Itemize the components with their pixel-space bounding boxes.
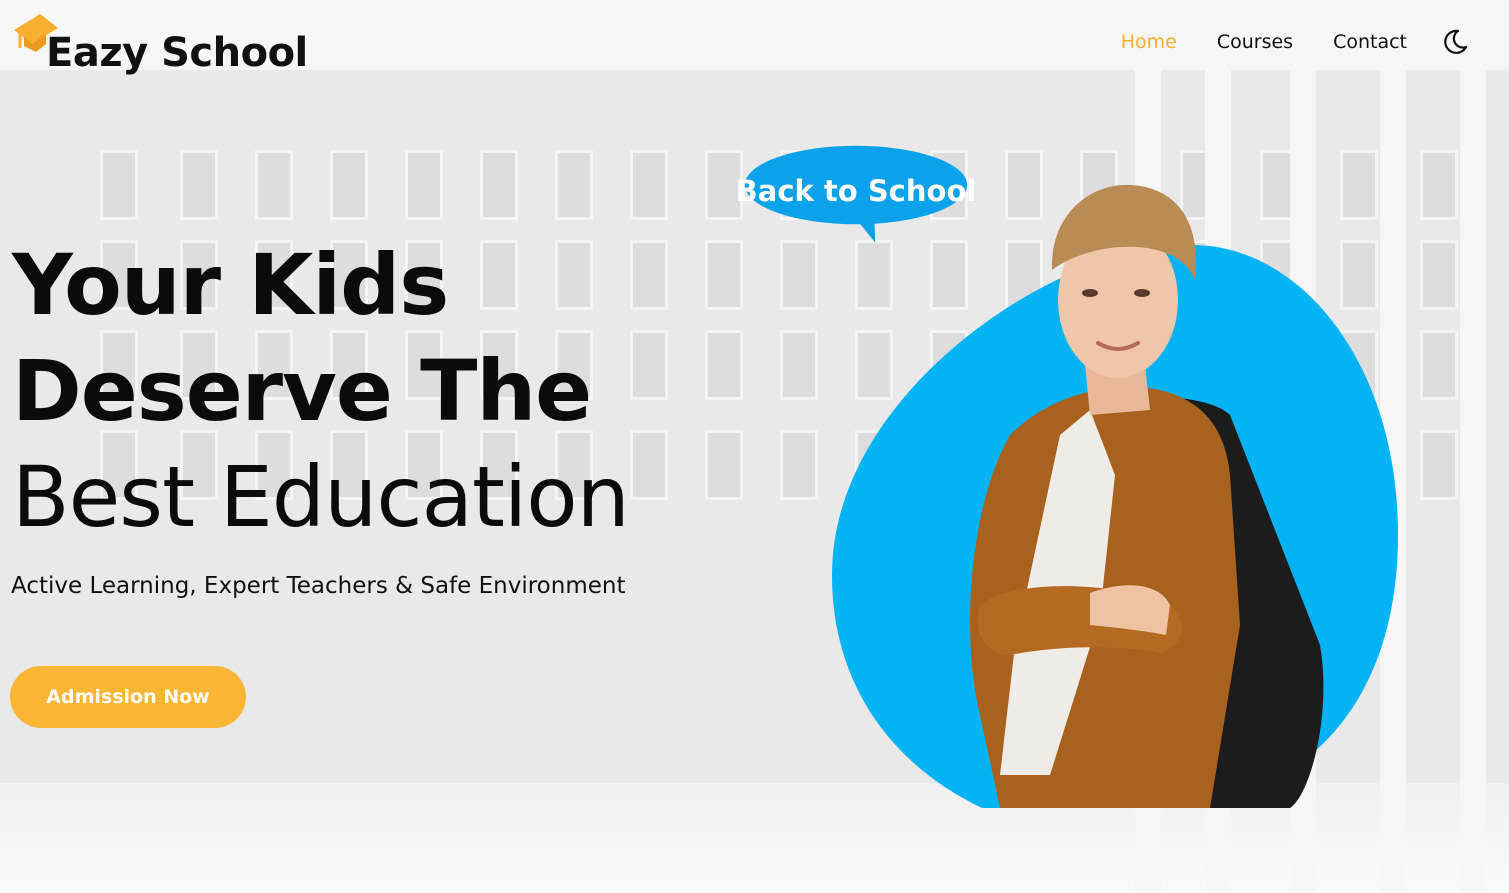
- building-window: [705, 240, 743, 310]
- building-window: [405, 150, 443, 220]
- hero-title-line-3: Best Education: [12, 448, 630, 546]
- hero-title-line-2: Deserve The: [12, 342, 592, 440]
- brand-name: Eazy School: [46, 30, 308, 76]
- building-window: [480, 150, 518, 220]
- building-window: [1420, 430, 1458, 500]
- moon-icon[interactable]: [1441, 28, 1469, 56]
- building-window: [255, 150, 293, 220]
- building-window: [705, 430, 743, 500]
- building-window: [1420, 240, 1458, 310]
- building-window: [1420, 330, 1458, 400]
- building-window: [630, 430, 668, 500]
- building-window: [630, 240, 668, 310]
- building-window: [1420, 150, 1458, 220]
- building-window: [630, 150, 668, 220]
- building-window: [780, 330, 818, 400]
- admission-now-button[interactable]: Admission Now: [10, 666, 246, 728]
- hero-subtitle: Active Learning, Expert Teachers & Safe …: [11, 573, 626, 599]
- building-pillar: [1460, 0, 1486, 893]
- hero-title-line-1: Your Kids: [12, 236, 449, 334]
- site-header: Eazy School Home Courses Contact: [0, 0, 1509, 100]
- nav-home-link[interactable]: Home: [1121, 31, 1177, 53]
- building-window: [330, 150, 368, 220]
- building-window: [780, 240, 818, 310]
- building-window: [100, 150, 138, 220]
- building-window: [1340, 150, 1378, 220]
- hero-title: Your Kids Deserve The Best Education: [12, 232, 630, 550]
- building-window: [180, 150, 218, 220]
- nav-courses-link[interactable]: Courses: [1217, 31, 1293, 53]
- building-window: [630, 330, 668, 400]
- building-window: [705, 330, 743, 400]
- building-window: [780, 430, 818, 500]
- main-nav: Home Courses Contact: [1081, 28, 1469, 56]
- student-boy-image: [970, 184, 1324, 808]
- nav-contact-link[interactable]: Contact: [1333, 31, 1407, 53]
- building-window: [555, 150, 593, 220]
